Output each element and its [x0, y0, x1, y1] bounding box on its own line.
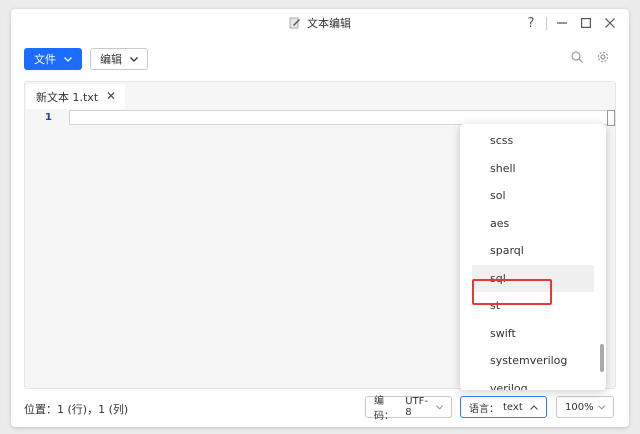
title-wrap: 文本编辑 [289, 15, 351, 31]
toolbar-icons [571, 51, 609, 63]
chevron-down-icon [130, 56, 138, 62]
language-option[interactable]: sparql [472, 237, 594, 264]
encoding-label: 编码： [374, 396, 394, 422]
language-label: 语言： [469, 403, 499, 415]
encoding-value: UTF-8 [405, 396, 429, 418]
zoom-value: 100% [565, 401, 594, 413]
file-tab-label: 新文本 1.txt [36, 90, 99, 104]
zoom-select[interactable]: 100% [556, 396, 614, 418]
maximize-icon [581, 18, 591, 28]
controls-divider [546, 16, 547, 30]
language-option[interactable]: swift [472, 320, 594, 347]
file-tab[interactable]: 新文本 1.txt ✕ [26, 84, 125, 109]
language-option[interactable]: shell [472, 155, 594, 182]
close-icon [605, 18, 615, 28]
dropdown-scrollbar[interactable] [600, 344, 604, 372]
text-editor-window: 文本编辑 ? 文件 编辑 新文本 1.txt ✕ 1 位置：1 (行)，1 (列… [11, 9, 629, 427]
language-option-partial[interactable]: verilog [490, 382, 528, 390]
tab-close-icon[interactable]: ✕ [106, 89, 116, 103]
editor-scrollbar[interactable] [607, 110, 615, 126]
minimize-icon [557, 22, 567, 24]
encoding-select[interactable]: 编码： UTF-8 [365, 396, 452, 422]
toolbar: 文件 编辑 [24, 48, 148, 70]
language-select[interactable]: 语言： text [460, 396, 547, 418]
language-option[interactable]: sol [472, 182, 594, 209]
highlight-annotation-box [472, 279, 552, 305]
settings-gear-icon[interactable] [597, 51, 609, 63]
file-menu-label: 文件 [34, 53, 56, 66]
chevron-down-icon [597, 404, 605, 410]
chevron-down-icon [64, 56, 72, 62]
title-bar: 文本编辑 ? [11, 9, 629, 37]
language-value: text [503, 401, 523, 413]
window-title: 文本编辑 [307, 17, 351, 30]
edit-menu-label: 编辑 [100, 53, 122, 66]
chevron-down-icon [435, 404, 443, 410]
edit-menu-button[interactable]: 编辑 [90, 48, 148, 70]
window-controls: ? [520, 13, 621, 33]
search-icon[interactable] [571, 51, 583, 63]
language-option[interactable]: scss [472, 127, 594, 154]
help-button[interactable]: ? [520, 13, 542, 33]
chevron-up-icon [530, 404, 538, 410]
close-button[interactable] [599, 13, 621, 33]
language-option[interactable]: aes [472, 210, 594, 237]
maximize-button[interactable] [575, 13, 597, 33]
current-line-input[interactable] [69, 110, 609, 125]
language-option[interactable]: systemverilog [472, 347, 594, 374]
language-dropdown[interactable]: scss shell sol aes sparql sql st swift s… [460, 124, 606, 390]
line-number: 1 [45, 112, 52, 123]
minimize-button[interactable] [551, 13, 573, 33]
cursor-position: 位置：1 (行)，1 (列) [24, 403, 129, 416]
file-menu-button[interactable]: 文件 [24, 48, 82, 70]
text-editor-app-icon [289, 17, 300, 29]
